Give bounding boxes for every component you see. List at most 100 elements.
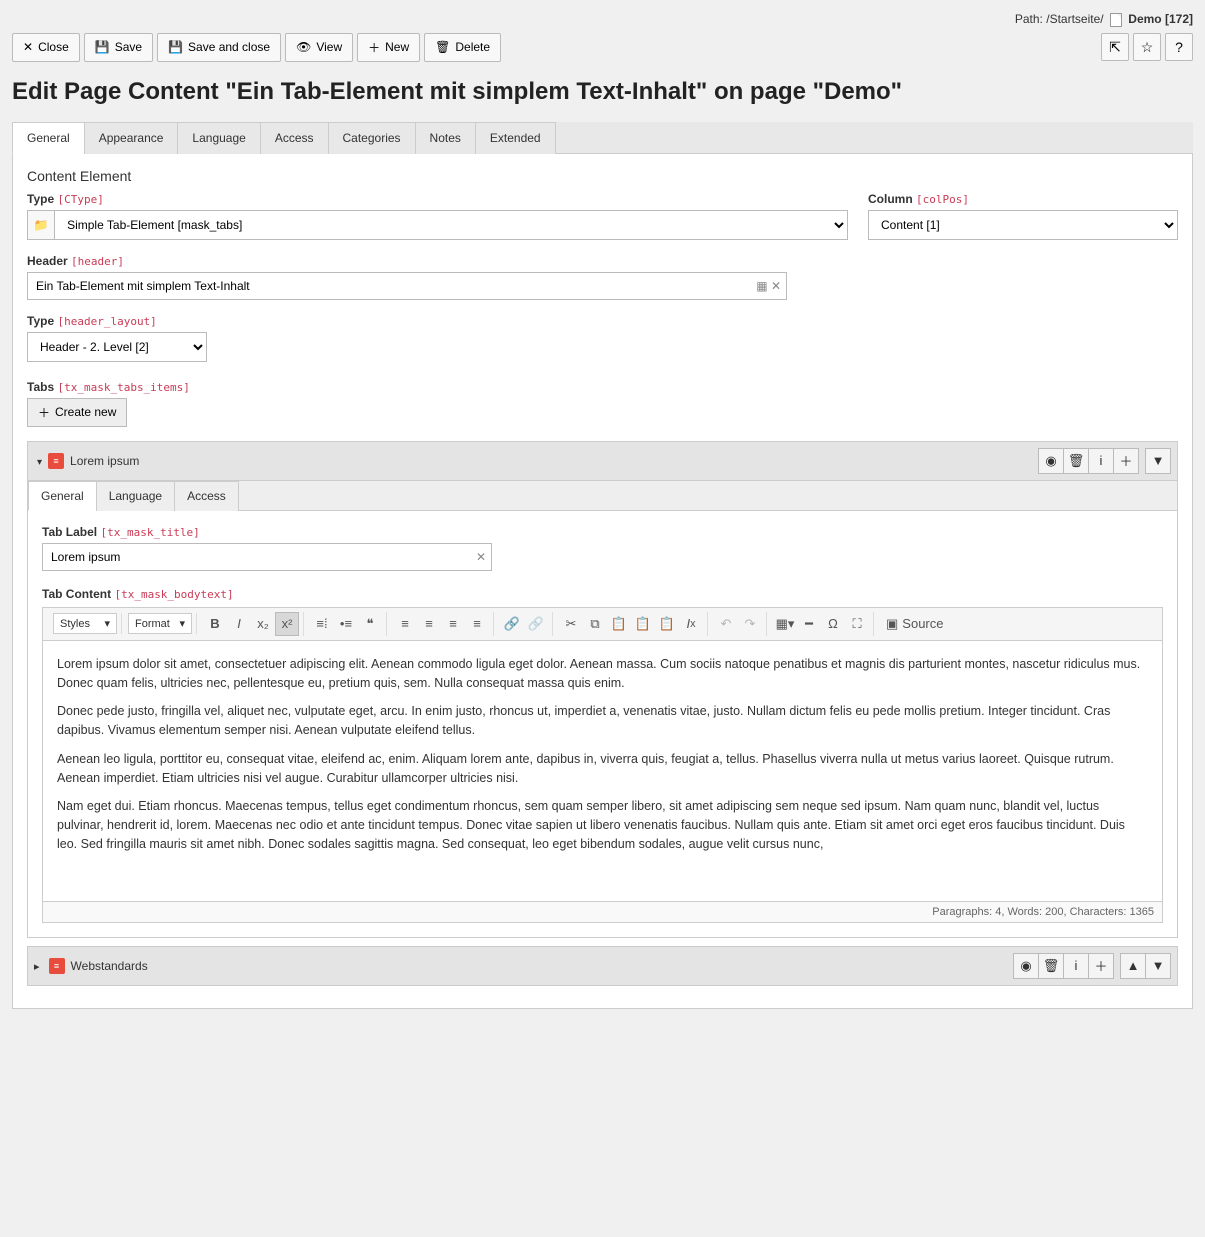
source-button[interactable]: ▣ Source: [880, 612, 950, 636]
bookmark-button[interactable]: ☆: [1133, 33, 1161, 61]
italic-icon[interactable]: I: [227, 612, 251, 636]
rte-paragraph: Aenean leo ligula, porttitor eu, consequ…: [57, 750, 1148, 788]
unlink-icon[interactable]: 🔗: [524, 612, 548, 636]
header-layout-select[interactable]: Header - 2. Level [2]: [27, 332, 207, 362]
rte-status: Paragraphs: 4, Words: 200, Characters: 1…: [43, 901, 1162, 922]
help-button[interactable]: ?: [1165, 33, 1193, 61]
close-button[interactable]: ✕ Close: [12, 33, 80, 62]
save-button[interactable]: 💾 Save: [84, 33, 153, 62]
tab-access[interactable]: Access: [260, 122, 329, 154]
numbered-list-icon[interactable]: ≡⁞: [310, 612, 334, 636]
align-left-icon[interactable]: ≡: [393, 612, 417, 636]
save-close-button[interactable]: 💾 Save and close: [157, 33, 281, 62]
rte-paragraph: Lorem ipsum dolor sit amet, consectetuer…: [57, 655, 1148, 693]
tab-content-label: Tab Content [tx_mask_bodytext]: [42, 587, 1163, 601]
trash-icon: 🗑: [435, 40, 450, 54]
save-close-icon: 💾: [168, 40, 183, 54]
sort-down-button[interactable]: ▼: [1145, 953, 1171, 979]
table-icon[interactable]: ▦▾: [773, 612, 797, 636]
path-page[interactable]: Demo: [1128, 12, 1161, 26]
align-center-icon[interactable]: ≡: [417, 612, 441, 636]
tab-language[interactable]: Language: [177, 122, 260, 154]
mask-badge-icon: ≡: [48, 453, 64, 469]
mask-badge-icon: ≡: [49, 958, 65, 974]
page-icon: [1110, 13, 1122, 27]
toggle-visibility-button[interactable]: ◉: [1013, 953, 1039, 979]
irre-record: ≡ Lorem ipsum ◉ 🗑 i ＋ ▼ General Language…: [27, 441, 1178, 938]
new-button[interactable]: ＋ New: [357, 33, 420, 62]
form-panel: Content Element Type [CType] 📁 Simple Ta…: [12, 154, 1193, 1009]
header-label: Header [header]: [27, 254, 787, 268]
plus-icon: ＋: [38, 404, 50, 421]
save-icon: 💾: [95, 40, 110, 54]
link-icon[interactable]: 🔗: [500, 612, 524, 636]
tab-label-input[interactable]: [42, 543, 492, 571]
sort-up-button[interactable]: ▲: [1120, 953, 1146, 979]
redo-icon[interactable]: ↷: [738, 612, 762, 636]
toggle-visibility-button[interactable]: ◉: [1038, 448, 1064, 474]
remove-format-icon[interactable]: Ix: [679, 612, 703, 636]
collapse-icon[interactable]: [34, 454, 42, 468]
blockquote-icon[interactable]: ❝: [358, 612, 382, 636]
irre-header[interactable]: ≡ Lorem ipsum ◉ 🗑 i ＋ ▼: [28, 442, 1177, 481]
tab-label-label: Tab Label [tx_mask_title]: [42, 525, 492, 539]
rte-styles-dropdown[interactable]: Styles▾: [53, 613, 117, 634]
view-button[interactable]: 👁 View: [285, 33, 353, 62]
plus-icon: ＋: [368, 39, 380, 56]
bold-icon[interactable]: B: [203, 612, 227, 636]
horizontal-rule-icon[interactable]: ━: [797, 612, 821, 636]
copy-icon[interactable]: ⧉: [583, 612, 607, 636]
paste-word-icon[interactable]: 📋: [655, 612, 679, 636]
tab-categories[interactable]: Categories: [328, 122, 416, 154]
align-justify-icon[interactable]: ≡: [465, 612, 489, 636]
tab-label-clear-icon[interactable]: ✕: [476, 550, 486, 564]
subscript-icon[interactable]: x₂: [251, 612, 275, 636]
irre-record: ≡ Webstandards ◉ 🗑 i ＋ ▲ ▼: [27, 946, 1178, 986]
info-button[interactable]: i: [1088, 448, 1114, 474]
maximize-icon[interactable]: ⛶: [845, 612, 869, 636]
type-label: Type [CType]: [27, 192, 848, 206]
irre-title: Lorem ipsum: [70, 454, 139, 468]
irre-title: Webstandards: [71, 959, 148, 973]
rte-paragraph: Nam eget dui. Etiam rhoncus. Maecenas te…: [57, 797, 1148, 853]
sort-down-button[interactable]: ▼: [1145, 448, 1171, 474]
rte-editor: Styles▾ Format▾ B I x₂ x²: [42, 607, 1163, 923]
new-item-button[interactable]: ＋: [1113, 448, 1139, 474]
header-input[interactable]: [27, 272, 787, 300]
source-icon: ▣: [886, 616, 898, 632]
main-tabs: General Appearance Language Access Categ…: [12, 122, 1193, 154]
superscript-icon[interactable]: x²: [275, 612, 299, 636]
rte-toolbar: Styles▾ Format▾ B I x₂ x²: [43, 608, 1162, 641]
bulleted-list-icon[interactable]: •≡: [334, 612, 358, 636]
type-select[interactable]: Simple Tab-Element [mask_tabs]: [54, 210, 848, 240]
subtab-general[interactable]: General: [28, 481, 97, 511]
special-char-icon[interactable]: Ω: [821, 612, 845, 636]
expand-icon[interactable]: [34, 959, 43, 973]
subtab-language[interactable]: Language: [96, 481, 175, 511]
delete-item-button[interactable]: 🗑: [1063, 448, 1089, 474]
paste-text-icon[interactable]: 📋: [631, 612, 655, 636]
delete-item-button[interactable]: 🗑: [1038, 953, 1064, 979]
align-right-icon[interactable]: ≡: [441, 612, 465, 636]
folder-icon: 📁: [27, 210, 54, 240]
new-item-button[interactable]: ＋: [1088, 953, 1114, 979]
share-button[interactable]: ⇱: [1101, 33, 1129, 61]
column-select[interactable]: Content [1]: [868, 210, 1178, 240]
paste-icon[interactable]: 📋: [607, 612, 631, 636]
irre-header[interactable]: ≡ Webstandards ◉ 🗑 i ＋ ▲ ▼: [28, 947, 1177, 985]
tab-notes[interactable]: Notes: [415, 122, 476, 154]
star-icon: ☆: [1141, 39, 1154, 56]
tab-appearance[interactable]: Appearance: [84, 122, 179, 154]
info-button[interactable]: i: [1063, 953, 1089, 979]
undo-icon[interactable]: ↶: [714, 612, 738, 636]
rte-content[interactable]: Lorem ipsum dolor sit amet, consectetuer…: [43, 641, 1162, 901]
header-clear-icon[interactable]: ▦ ✕: [756, 279, 781, 293]
cut-icon[interactable]: ✂: [559, 612, 583, 636]
delete-button[interactable]: 🗑 Delete: [424, 33, 501, 62]
path-root[interactable]: /Startseite/: [1046, 12, 1103, 26]
subtab-access[interactable]: Access: [174, 481, 239, 511]
create-new-button[interactable]: ＋ Create new: [27, 398, 127, 427]
tab-general[interactable]: General: [12, 122, 85, 154]
tab-extended[interactable]: Extended: [475, 122, 556, 154]
rte-format-dropdown[interactable]: Format▾: [128, 613, 192, 634]
